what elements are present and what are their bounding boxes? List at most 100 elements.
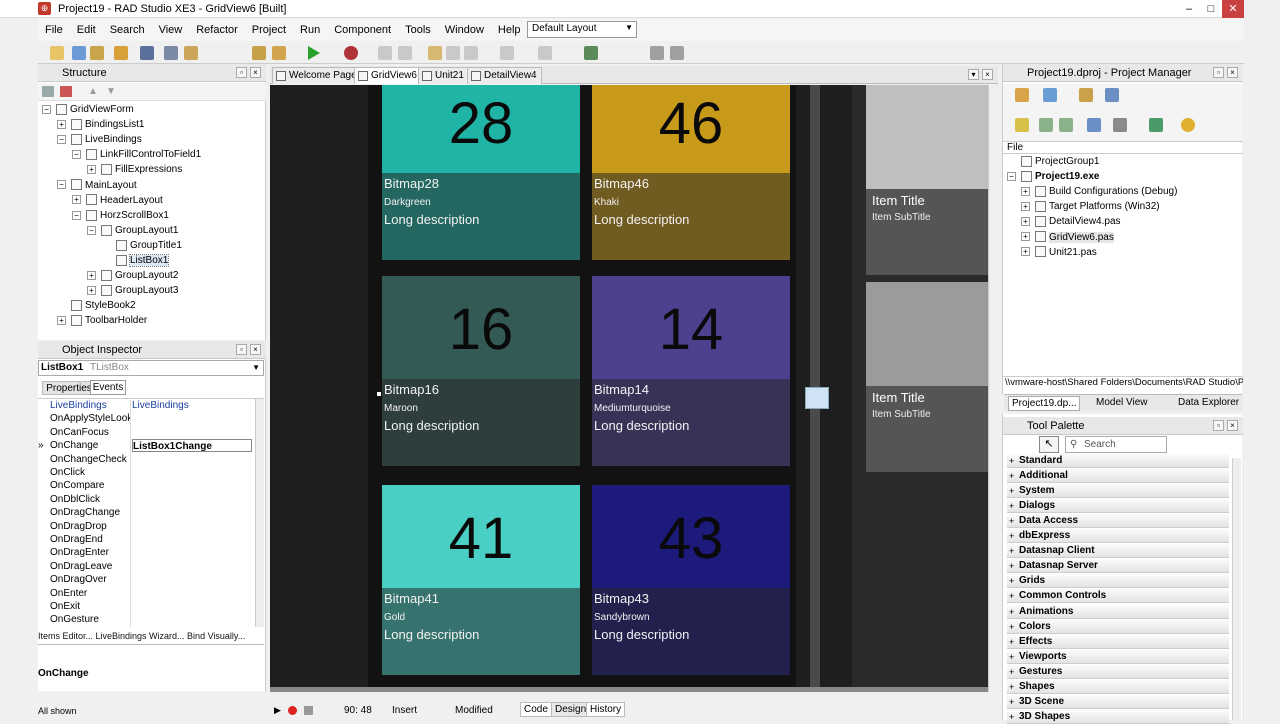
tab-list-icon[interactable]: ▾ xyxy=(968,69,979,80)
file-column-header[interactable]: File xyxy=(1003,142,1243,154)
menu-search[interactable]: Search xyxy=(103,24,152,36)
cursor-tool-icon[interactable]: ↖ xyxy=(1039,436,1059,453)
expand-toggle-icon[interactable]: + xyxy=(57,119,66,129)
up-arrow-icon[interactable]: ▲ xyxy=(88,86,98,97)
structure-tree-item[interactable]: − HorzScrollBox1 xyxy=(72,208,169,223)
selection-handle[interactable] xyxy=(377,392,381,396)
add-file-icon[interactable] xyxy=(252,46,266,60)
new-item-icon[interactable] xyxy=(1043,88,1057,102)
event-row[interactable]: OnGesture xyxy=(38,613,263,628)
event-value[interactable]: LiveBindings xyxy=(132,399,252,412)
tab-data-explorer[interactable]: Data Explorer xyxy=(1178,397,1239,408)
palette-category[interactable]: Gestures xyxy=(1007,664,1229,679)
pin-icon[interactable]: ▫ xyxy=(236,344,247,355)
close-button[interactable]: ✕ xyxy=(1222,0,1244,18)
target-icon[interactable] xyxy=(1181,118,1195,132)
event-row[interactable]: OnClick xyxy=(38,466,263,480)
event-row[interactable]: OnApplyStyleLookup xyxy=(38,412,263,427)
event-row[interactable]: OnCompare xyxy=(38,479,263,494)
palette-category[interactable]: Grids xyxy=(1007,574,1229,589)
menu-window[interactable]: Window xyxy=(438,24,491,36)
tab-gridview6[interactable]: GridView6 xyxy=(354,67,422,84)
editor-vertical-scrollbar[interactable] xyxy=(988,85,998,692)
palette-category[interactable]: Dialogs xyxy=(1007,499,1229,514)
expand-toggle-icon[interactable]: + xyxy=(57,316,66,326)
structure-tree-item[interactable]: − LiveBindings xyxy=(57,132,142,147)
structure-tree-item[interactable]: + FillExpressions xyxy=(87,162,182,177)
expand-toggle-icon[interactable]: + xyxy=(87,270,96,280)
pause-icon[interactable] xyxy=(378,46,392,60)
reopen-icon[interactable] xyxy=(114,46,128,60)
save-icon[interactable] xyxy=(140,46,154,60)
menu-view[interactable]: View xyxy=(152,24,190,36)
expand-toggle-icon[interactable]: + xyxy=(87,286,96,296)
structure-tree-item[interactable]: − LinkFillControlToField1 xyxy=(72,147,201,162)
palette-category[interactable]: Standard xyxy=(1007,454,1229,468)
close-icon[interactable]: × xyxy=(1227,67,1238,78)
expand-toggle-icon[interactable]: − xyxy=(72,150,81,160)
event-row[interactable]: OnDragOver xyxy=(38,573,263,588)
pin-icon[interactable]: ▫ xyxy=(236,67,247,78)
palette-category[interactable]: Shapes xyxy=(1007,679,1229,694)
project-tree-item[interactable]: + Target Platforms (Win32) xyxy=(1021,199,1160,214)
maximize-button[interactable]: □ xyxy=(1200,0,1222,18)
event-row[interactable]: OnDragEnter xyxy=(38,546,263,561)
expand-toggle-icon[interactable]: − xyxy=(42,104,51,114)
palette-category[interactable]: Datasnap Server xyxy=(1007,559,1229,574)
down-arrow-icon[interactable]: ▼ xyxy=(106,86,116,97)
object-selector[interactable]: ListBox1 TListBox ▼ xyxy=(38,360,264,376)
back-icon[interactable] xyxy=(500,46,514,60)
build-icon[interactable] xyxy=(1149,118,1163,132)
menu-help[interactable]: Help xyxy=(491,24,528,36)
menu-edit[interactable]: Edit xyxy=(70,24,103,36)
run-without-debug-icon[interactable] xyxy=(344,46,358,60)
structure-tree-item[interactable]: + GroupLayout2 xyxy=(87,268,178,283)
menu-refactor[interactable]: Refactor xyxy=(189,24,245,36)
event-row[interactable]: OnDblClick xyxy=(38,492,263,507)
project-tree-item[interactable]: + Unit21.pas xyxy=(1021,245,1097,260)
tab-model-view[interactable]: Model View xyxy=(1096,397,1148,408)
remove-file-icon[interactable] xyxy=(272,46,286,60)
expand-toggle-icon[interactable]: − xyxy=(57,180,66,190)
record-icon[interactable] xyxy=(288,706,297,715)
forward-icon[interactable] xyxy=(538,46,552,60)
grid-tile[interactable]: 43 Bitmap43 Sandybrown Long description xyxy=(592,485,790,675)
tab-design[interactable]: Design xyxy=(551,702,591,717)
inspector-links[interactable]: Items Editor... LiveBindings Wizard... B… xyxy=(38,631,264,643)
palette-category[interactable]: Data Access xyxy=(1007,514,1229,529)
expand-toggle-icon[interactable]: + xyxy=(1021,232,1030,242)
event-row[interactable]: OnDragChange xyxy=(38,506,263,521)
close-icon[interactable]: × xyxy=(250,67,261,78)
palette-category[interactable]: Additional xyxy=(1007,469,1229,484)
set-debug-desktop-icon[interactable] xyxy=(670,46,684,60)
save-all-icon[interactable] xyxy=(164,46,178,60)
sync-icon[interactable] xyxy=(1015,118,1029,132)
expand-toggle-icon[interactable]: + xyxy=(72,195,81,205)
folder-icon[interactable] xyxy=(42,86,54,97)
event-row[interactable]: »OnChange▼ListBox1Change xyxy=(38,439,263,454)
structure-tree-item[interactable]: + HeaderLayout xyxy=(72,193,163,208)
detail-item[interactable]: Item Title Item SubTitle xyxy=(866,85,990,275)
grid-tile[interactable]: 14 Bitmap14 Mediumturquoise Long descriptio… xyxy=(592,276,790,466)
save-desktop-icon[interactable] xyxy=(650,46,664,60)
form-designer[interactable]: 28 Bitmap28 Darkgreen Long description 46 Bit… xyxy=(270,85,998,692)
expand-toggle-icon[interactable]: + xyxy=(1021,247,1030,257)
expand-icon[interactable] xyxy=(1039,118,1053,132)
tab-project[interactable]: Project19.dp... xyxy=(1008,396,1081,411)
palette-category[interactable]: Effects xyxy=(1007,634,1229,649)
expand-toggle-icon[interactable]: − xyxy=(1007,171,1016,181)
project-tree-item[interactable]: − Project19.exe xyxy=(1007,169,1100,184)
open-file-icon[interactable] xyxy=(184,46,198,60)
menu-project[interactable]: Project xyxy=(245,24,293,36)
expand-toggle-icon[interactable]: + xyxy=(1021,217,1030,227)
refresh-icon[interactable] xyxy=(1113,118,1127,132)
palette-category[interactable]: 3D Shapes xyxy=(1007,709,1229,724)
collapse-icon[interactable] xyxy=(1059,118,1073,132)
tab-events[interactable]: Events xyxy=(90,380,126,395)
project-tree-item[interactable]: + GridView6.pas xyxy=(1021,230,1114,245)
detail-item[interactable]: Item Title Item SubTitle xyxy=(866,282,990,472)
sort-icon[interactable] xyxy=(1087,118,1101,132)
event-row[interactable]: OnDragDrop xyxy=(38,519,263,534)
delete-icon[interactable] xyxy=(60,86,72,97)
event-row[interactable]: OnDragEnd xyxy=(38,533,263,547)
